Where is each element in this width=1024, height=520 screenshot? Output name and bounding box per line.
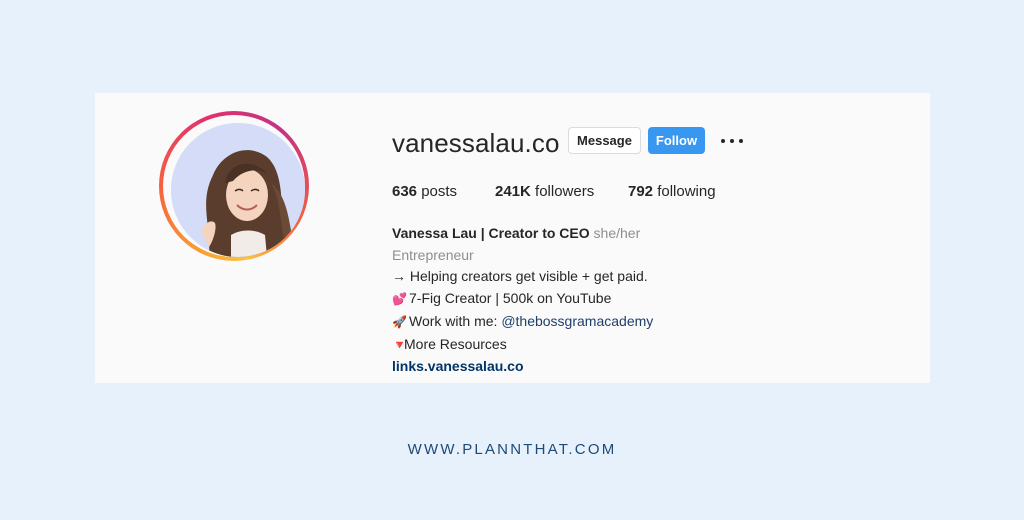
username: vanessalau.co (392, 128, 560, 158)
posts-count: 636 (392, 183, 418, 200)
followers-label: followers (535, 183, 595, 200)
display-name: Vanessa Lau | Creator to CEO (392, 225, 590, 241)
followers-count: 241K (495, 183, 531, 200)
message-button[interactable]: Message (568, 127, 641, 154)
story-ring[interactable] (159, 111, 309, 261)
two-hearts-icon: 💕 (392, 292, 407, 307)
followers-stat[interactable]: 241K followers (495, 183, 594, 200)
bio-line-work: 🚀 Work with me: @thebossgramacademy (392, 311, 653, 334)
website-link[interactable]: links.vanessalau.co (392, 356, 653, 378)
mention-link[interactable]: @thebossgramacademy (501, 313, 653, 329)
rocket-icon: 🚀 (392, 314, 407, 329)
avatar-photo (171, 123, 305, 257)
bio-line-creator: 💕 7-Fig Creator | 500k on YouTube (392, 288, 653, 311)
follow-button[interactable]: Follow (648, 127, 705, 154)
posts-label: posts (421, 183, 458, 200)
bio-line-helping: → Helping creators get visible + get pai… (392, 268, 648, 285)
profile-card: vanessalau.co Message Follow 636 posts 2… (95, 93, 930, 383)
following-count: 792 (628, 183, 654, 200)
avatar-gap (163, 115, 305, 257)
profile-bio: Vanessa Lau | Creator to CEO she/her Ent… (392, 223, 653, 378)
posts-stat[interactable]: 636 posts (392, 183, 457, 200)
pronouns: she/her (593, 225, 641, 241)
category-label: Entrepreneur (392, 246, 474, 263)
footer-url: WWW.PLANNTHAT.COM (407, 441, 617, 458)
dot-icon (739, 138, 743, 143)
avatar[interactable] (171, 123, 305, 257)
following-stat[interactable]: 792 following (628, 183, 716, 200)
following-label: following (657, 183, 716, 200)
bio-name-line: Vanessa Lau | Creator to CEO she/her (392, 223, 653, 245)
dot-icon (730, 138, 734, 143)
dot-icon (721, 138, 725, 143)
bio-line-resources: 🔻More Resources (392, 334, 653, 357)
bio-line-creator-text: 7-Fig Creator | 500k on YouTube (409, 290, 612, 307)
bio-line-work-text: Work with me: (409, 312, 502, 329)
bio-line-resources-text: More Resources (404, 335, 507, 352)
red-triangle-down-icon: 🔻 (392, 337, 407, 352)
more-options-icon[interactable] (721, 127, 743, 154)
